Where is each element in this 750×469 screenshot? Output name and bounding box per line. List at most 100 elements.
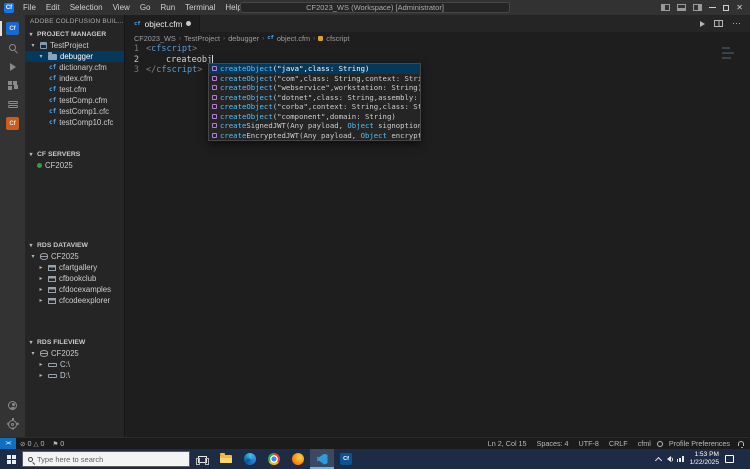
suggest-item[interactable]: createObject("com",class: String,context… bbox=[209, 74, 420, 84]
start-button[interactable] bbox=[0, 449, 22, 469]
tree-item-label: cfbookclub bbox=[59, 274, 97, 283]
taskbar-firefox[interactable] bbox=[286, 449, 310, 469]
settings-button[interactable] bbox=[0, 415, 25, 434]
taskbar-chrome[interactable] bbox=[262, 449, 286, 469]
breadcrumb: CF2023_WS › TestProject › debugger › cf … bbox=[126, 32, 750, 44]
taskbar-edge[interactable] bbox=[238, 449, 262, 469]
tree-item-project[interactable]: ▾ TestProject bbox=[25, 40, 124, 51]
firefox-icon bbox=[292, 453, 304, 465]
tree-item-file[interactable]: cf testComp1.cfc bbox=[25, 106, 124, 117]
vscode-icon bbox=[316, 453, 328, 465]
code-area[interactable]: 1 < cfscript > 2 createobj 3 </cfscript > c… bbox=[126, 44, 750, 437]
tree-item-database[interactable]: ▸ cfbookclub bbox=[25, 273, 124, 284]
toggle-sidebar-icon[interactable] bbox=[661, 4, 671, 11]
menu-selection[interactable]: Selection bbox=[65, 0, 108, 15]
tree-item-server[interactable]: CF2025 bbox=[25, 160, 124, 171]
suggest-item[interactable]: createObject("dotnet",class: String,asse… bbox=[209, 93, 420, 103]
method-icon bbox=[212, 113, 217, 119]
breadcrumb-item[interactable]: object.cfm bbox=[277, 34, 310, 43]
tree-item-drive[interactable]: ▸ C:\ bbox=[25, 359, 124, 370]
bell-icon[interactable] bbox=[738, 441, 744, 448]
taskbar-file-explorer[interactable] bbox=[214, 449, 238, 469]
network-icon[interactable] bbox=[676, 456, 684, 462]
more-actions-icon[interactable]: ⋯ bbox=[732, 19, 741, 28]
menu-go[interactable]: Go bbox=[135, 0, 156, 15]
speaker-icon[interactable] bbox=[666, 456, 673, 462]
tree-item-file[interactable]: cf testComp10.cfc bbox=[25, 117, 124, 128]
section-rds-dataview[interactable]: ▾ RDS DATAVIEW bbox=[25, 239, 124, 251]
section-cf-servers[interactable]: ▾ CF SERVERS bbox=[25, 148, 124, 160]
coldfusion-icon: Cf bbox=[340, 453, 352, 465]
split-editor-icon[interactable] bbox=[714, 20, 723, 27]
search-input[interactable] bbox=[37, 454, 167, 464]
tree-item-file[interactable]: cf testComp.cfm bbox=[25, 95, 124, 106]
toggle-panel-icon[interactable] bbox=[677, 4, 687, 11]
more-actions-icon[interactable]: ⋯ bbox=[124, 17, 125, 26]
tree-item-file[interactable]: cf index.cfm bbox=[25, 73, 124, 84]
tree-item-drive[interactable]: ▸ D:\ bbox=[25, 370, 124, 381]
tree-item-folder-debugger[interactable]: ▾ debugger bbox=[25, 51, 124, 62]
toggle-secondary-sidebar-icon[interactable] bbox=[693, 4, 703, 11]
suggest-item[interactable]: createObject("corba",context: String,cla… bbox=[209, 102, 420, 112]
status-flags[interactable]: ⚑ 0 bbox=[48, 439, 68, 448]
tree-item-label: cfcodeexplorer bbox=[59, 296, 111, 305]
activity-search[interactable] bbox=[0, 38, 25, 57]
method-icon bbox=[212, 132, 217, 138]
activity-servers[interactable] bbox=[0, 95, 25, 114]
accounts-button[interactable] bbox=[0, 396, 25, 415]
tray-expand-icon[interactable] bbox=[654, 456, 662, 464]
taskbar-task-view[interactable] bbox=[190, 449, 214, 469]
taskbar-search[interactable] bbox=[22, 451, 190, 467]
status-eol[interactable]: CRLF bbox=[605, 439, 632, 448]
status-line-col[interactable]: Ln 2, Col 15 bbox=[484, 439, 531, 448]
status-language[interactable]: cfml bbox=[634, 439, 655, 448]
activity-extensions[interactable] bbox=[0, 76, 25, 95]
suggest-item[interactable]: createEncryptedJWT(Any payload, Object e… bbox=[209, 131, 420, 141]
breadcrumb-item[interactable]: TestProject bbox=[184, 34, 220, 43]
status-encoding[interactable]: UTF-8 bbox=[575, 439, 603, 448]
status-indentation[interactable]: Spaces: 4 bbox=[533, 439, 573, 448]
tree-item-label: testComp.cfm bbox=[59, 96, 108, 105]
breadcrumb-item[interactable]: cfscript bbox=[326, 34, 349, 43]
command-center[interactable]: CF2023_WS (Workspace) [Administrator] bbox=[240, 2, 510, 13]
menu-terminal[interactable]: Terminal bbox=[180, 0, 220, 15]
menu-view[interactable]: View bbox=[108, 0, 135, 15]
section-project-manager[interactable]: ▾ PROJECT MANAGER bbox=[25, 28, 124, 40]
tree-item-datasource-root[interactable]: ▾ CF2025 bbox=[25, 251, 124, 262]
taskbar-cf-builder[interactable]: Cf bbox=[334, 449, 358, 469]
close-icon[interactable]: ✕ bbox=[736, 3, 743, 12]
menu-file[interactable]: File bbox=[18, 0, 41, 15]
chevron-right-icon: ▸ bbox=[39, 276, 43, 282]
tree-item-database[interactable]: ▸ cfartgallery bbox=[25, 262, 124, 273]
menu-edit[interactable]: Edit bbox=[41, 0, 65, 15]
minimap[interactable] bbox=[720, 44, 750, 94]
suggest-item[interactable]: createObject("webservice",workstation: S… bbox=[209, 83, 420, 93]
activity-cf-builder[interactable]: Cf bbox=[0, 19, 25, 38]
tab-object-cfm[interactable]: cf object.cfm bbox=[126, 15, 201, 32]
tree-item-fileview-root[interactable]: ▾ CF2025 bbox=[25, 348, 124, 359]
tree-item-database[interactable]: ▸ cfdocexamples bbox=[25, 284, 124, 295]
remote-indicator[interactable]: >< bbox=[0, 438, 16, 449]
modified-dot-icon[interactable] bbox=[186, 21, 192, 26]
activity-cf-packages[interactable]: Cf bbox=[0, 114, 25, 133]
status-profile[interactable]: Profile Preferences bbox=[665, 439, 734, 448]
section-rds-fileview[interactable]: ▾ RDS FILEVIEW bbox=[25, 336, 124, 348]
minimize-icon[interactable] bbox=[709, 7, 717, 8]
taskbar-vscode[interactable] bbox=[310, 449, 334, 469]
maximize-icon[interactable] bbox=[723, 4, 730, 11]
breadcrumb-item[interactable]: debugger bbox=[228, 34, 259, 43]
suggest-item[interactable]: createObject("component",domain: String) bbox=[209, 112, 420, 122]
tree-item-file[interactable]: cf dictionary.cfm bbox=[25, 62, 124, 73]
breadcrumb-item[interactable]: CF2023_WS bbox=[134, 34, 176, 43]
suggest-item[interactable]: createObject("java",class: String) bbox=[209, 64, 420, 74]
tree-item-file[interactable]: cf test.cfm bbox=[25, 84, 124, 95]
suggest-item[interactable]: createSignedJWT(Any payload, Object sign… bbox=[209, 121, 420, 131]
status-problems[interactable]: ⊘ 0 △ 0 bbox=[16, 439, 48, 448]
run-icon[interactable] bbox=[700, 20, 705, 27]
activity-run-debug[interactable] bbox=[0, 57, 25, 76]
tree-item-database[interactable]: ▸ cfcodeexplorer bbox=[25, 295, 124, 306]
taskbar-clock[interactable]: 1:53 PM 1/22/2025 bbox=[690, 451, 719, 467]
menu-run[interactable]: Run bbox=[155, 0, 180, 15]
project-icon bbox=[40, 42, 47, 49]
notification-center-icon[interactable] bbox=[725, 455, 734, 463]
